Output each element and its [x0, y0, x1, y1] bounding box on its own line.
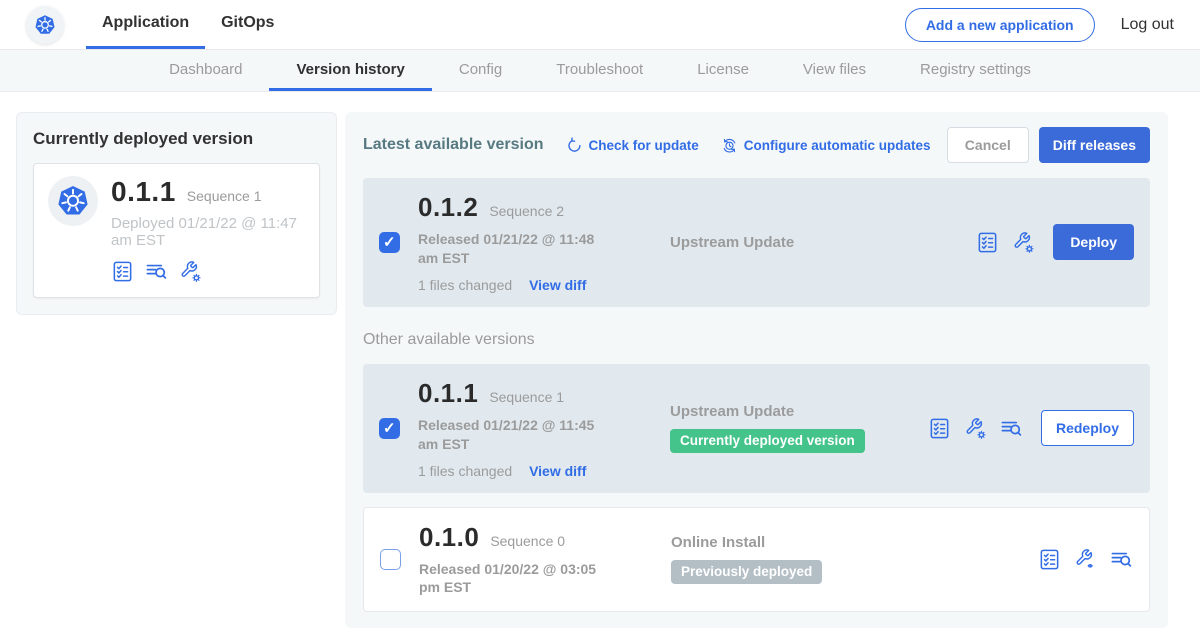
- deployed-version-info: 0.1.1 Sequence 1 Deployed 01/21/22 @ 11:…: [111, 176, 305, 283]
- currently-deployed-title: Currently deployed version: [33, 129, 320, 149]
- version-checkbox[interactable]: [379, 418, 400, 439]
- tab-config[interactable]: Config: [432, 50, 529, 91]
- latest-version-header: Latest available version Check for updat…: [363, 127, 1150, 163]
- version-actions: Deploy: [976, 224, 1134, 260]
- files-changed-line: 1 files changed View diff: [418, 277, 618, 293]
- previously-deployed-badge: Previously deployed: [671, 560, 822, 584]
- edit-config-icon[interactable]: [964, 417, 987, 440]
- view-diff-link[interactable]: View diff: [529, 463, 586, 479]
- released-timestamp: Released 01/20/22 @ 03:05 pm EST: [419, 560, 609, 598]
- source-label: Online Install: [671, 534, 929, 551]
- version-checkbox[interactable]: [379, 232, 400, 253]
- deployed-sequence-label: Sequence 1: [187, 188, 262, 204]
- source-label: Upstream Update: [670, 403, 928, 420]
- tab-registry-settings[interactable]: Registry settings: [893, 50, 1058, 91]
- deployed-version-card: 0.1.1 Sequence 1 Deployed 01/21/22 @ 11:…: [33, 163, 320, 298]
- tab-version-history[interactable]: Version history: [269, 50, 431, 91]
- files-changed-line: 1 files changed View diff: [418, 463, 618, 479]
- other-versions-heading: Other available versions: [363, 331, 1150, 349]
- files-changed-label: 1 files changed: [418, 277, 512, 293]
- version-number: 0.1.0: [419, 522, 479, 553]
- app-icon-badge: [48, 176, 98, 226]
- preflight-checks-icon[interactable]: [976, 231, 999, 254]
- redeploy-button[interactable]: Redeploy: [1041, 410, 1134, 446]
- view-diff-link[interactable]: View diff: [529, 277, 586, 293]
- edit-config-icon[interactable]: [179, 260, 202, 283]
- preflight-checks-icon[interactable]: [928, 417, 951, 440]
- version-history-panel: Latest available version Check for updat…: [345, 112, 1168, 628]
- version-number: 0.1.1: [418, 378, 478, 409]
- version-checkbox[interactable]: [380, 549, 401, 570]
- add-application-button[interactable]: Add a new application: [905, 8, 1095, 42]
- sequence-label: Sequence 0: [490, 533, 565, 549]
- version-info-column: 0.1.2 Sequence 2 Released 01/21/22 @ 11:…: [418, 192, 618, 293]
- top-nav-spacer: [290, 0, 904, 49]
- tab-gitops[interactable]: GitOps: [205, 0, 290, 49]
- check-for-update-label: Check for update: [589, 138, 699, 153]
- tab-dashboard[interactable]: Dashboard: [142, 50, 269, 91]
- version-actions: Redeploy: [928, 410, 1134, 446]
- row-gap: [363, 493, 1150, 507]
- currently-deployed-card: Currently deployed version 0.1.1 Sequenc…: [16, 112, 337, 315]
- diff-releases-button[interactable]: Diff releases: [1039, 127, 1150, 163]
- deploy-button[interactable]: Deploy: [1053, 224, 1134, 260]
- sequence-label: Sequence 2: [489, 203, 564, 219]
- main-content: Currently deployed version 0.1.1 Sequenc…: [0, 92, 1200, 628]
- logout-button[interactable]: Log out: [1121, 16, 1174, 34]
- refresh-icon: [566, 137, 583, 154]
- kubernetes-icon: [50, 178, 96, 224]
- version-row-0-1-1: 0.1.1 Sequence 1 Released 01/21/22 @ 11:…: [363, 364, 1150, 493]
- kubernetes-icon: [30, 10, 60, 40]
- kubernetes-logo: [26, 6, 64, 44]
- configure-updates-label: Configure automatic updates: [744, 138, 931, 153]
- version-source-column: Online Install Previously deployed: [671, 534, 929, 584]
- top-nav-tabs: Application GitOps: [86, 0, 290, 49]
- top-nav: Application GitOps Add a new application…: [0, 0, 1200, 50]
- sequence-label: Sequence 1: [489, 389, 564, 405]
- view-diff-icon[interactable]: [1000, 417, 1023, 440]
- released-timestamp: Released 01/21/22 @ 11:48 am EST: [418, 230, 608, 268]
- released-timestamp: Released 01/21/22 @ 11:45 am EST: [418, 416, 608, 454]
- configure-automatic-updates-link[interactable]: Configure automatic updates: [721, 137, 931, 154]
- tab-license[interactable]: License: [670, 50, 776, 91]
- tab-application[interactable]: Application: [86, 0, 205, 49]
- files-changed-label: 1 files changed: [418, 463, 512, 479]
- edit-config-icon[interactable]: [1012, 231, 1035, 254]
- version-info-column: 0.1.1 Sequence 1 Released 01/21/22 @ 11:…: [418, 378, 618, 479]
- version-row-0-1-2: 0.1.2 Sequence 2 Released 01/21/22 @ 11:…: [363, 178, 1150, 307]
- view-diff-icon[interactable]: [1110, 548, 1133, 571]
- tab-troubleshoot[interactable]: Troubleshoot: [529, 50, 670, 91]
- view-diff-icon[interactable]: [145, 260, 168, 283]
- view-config-icon[interactable]: [1074, 548, 1097, 571]
- latest-version-title: Latest available version: [363, 136, 544, 154]
- source-label: Upstream Update: [670, 234, 928, 251]
- version-actions: [1038, 548, 1133, 571]
- version-info-column: 0.1.0 Sequence 0 Released 01/20/22 @ 03:…: [419, 522, 619, 598]
- check-for-update-link[interactable]: Check for update: [566, 137, 699, 154]
- app-sub-nav: Dashboard Version history Config Trouble…: [0, 50, 1200, 92]
- cancel-button[interactable]: Cancel: [947, 127, 1029, 163]
- deployed-version-number: 0.1.1: [111, 176, 176, 208]
- version-row-0-1-0: 0.1.0 Sequence 0 Released 01/20/22 @ 03:…: [363, 507, 1150, 613]
- tab-view-files[interactable]: View files: [776, 50, 893, 91]
- preflight-checks-icon[interactable]: [1038, 548, 1061, 571]
- version-source-column: Upstream Update Currently deployed versi…: [670, 403, 928, 453]
- preflight-checks-icon[interactable]: [111, 260, 134, 283]
- deployed-timestamp: Deployed 01/21/22 @ 11:47 am EST: [111, 215, 305, 249]
- auto-update-clock-icon: [721, 137, 738, 154]
- currently-deployed-badge: Currently deployed version: [670, 429, 865, 453]
- version-source-column: Upstream Update: [670, 234, 928, 251]
- version-number: 0.1.2: [418, 192, 478, 223]
- deployed-icon-row: [111, 260, 305, 283]
